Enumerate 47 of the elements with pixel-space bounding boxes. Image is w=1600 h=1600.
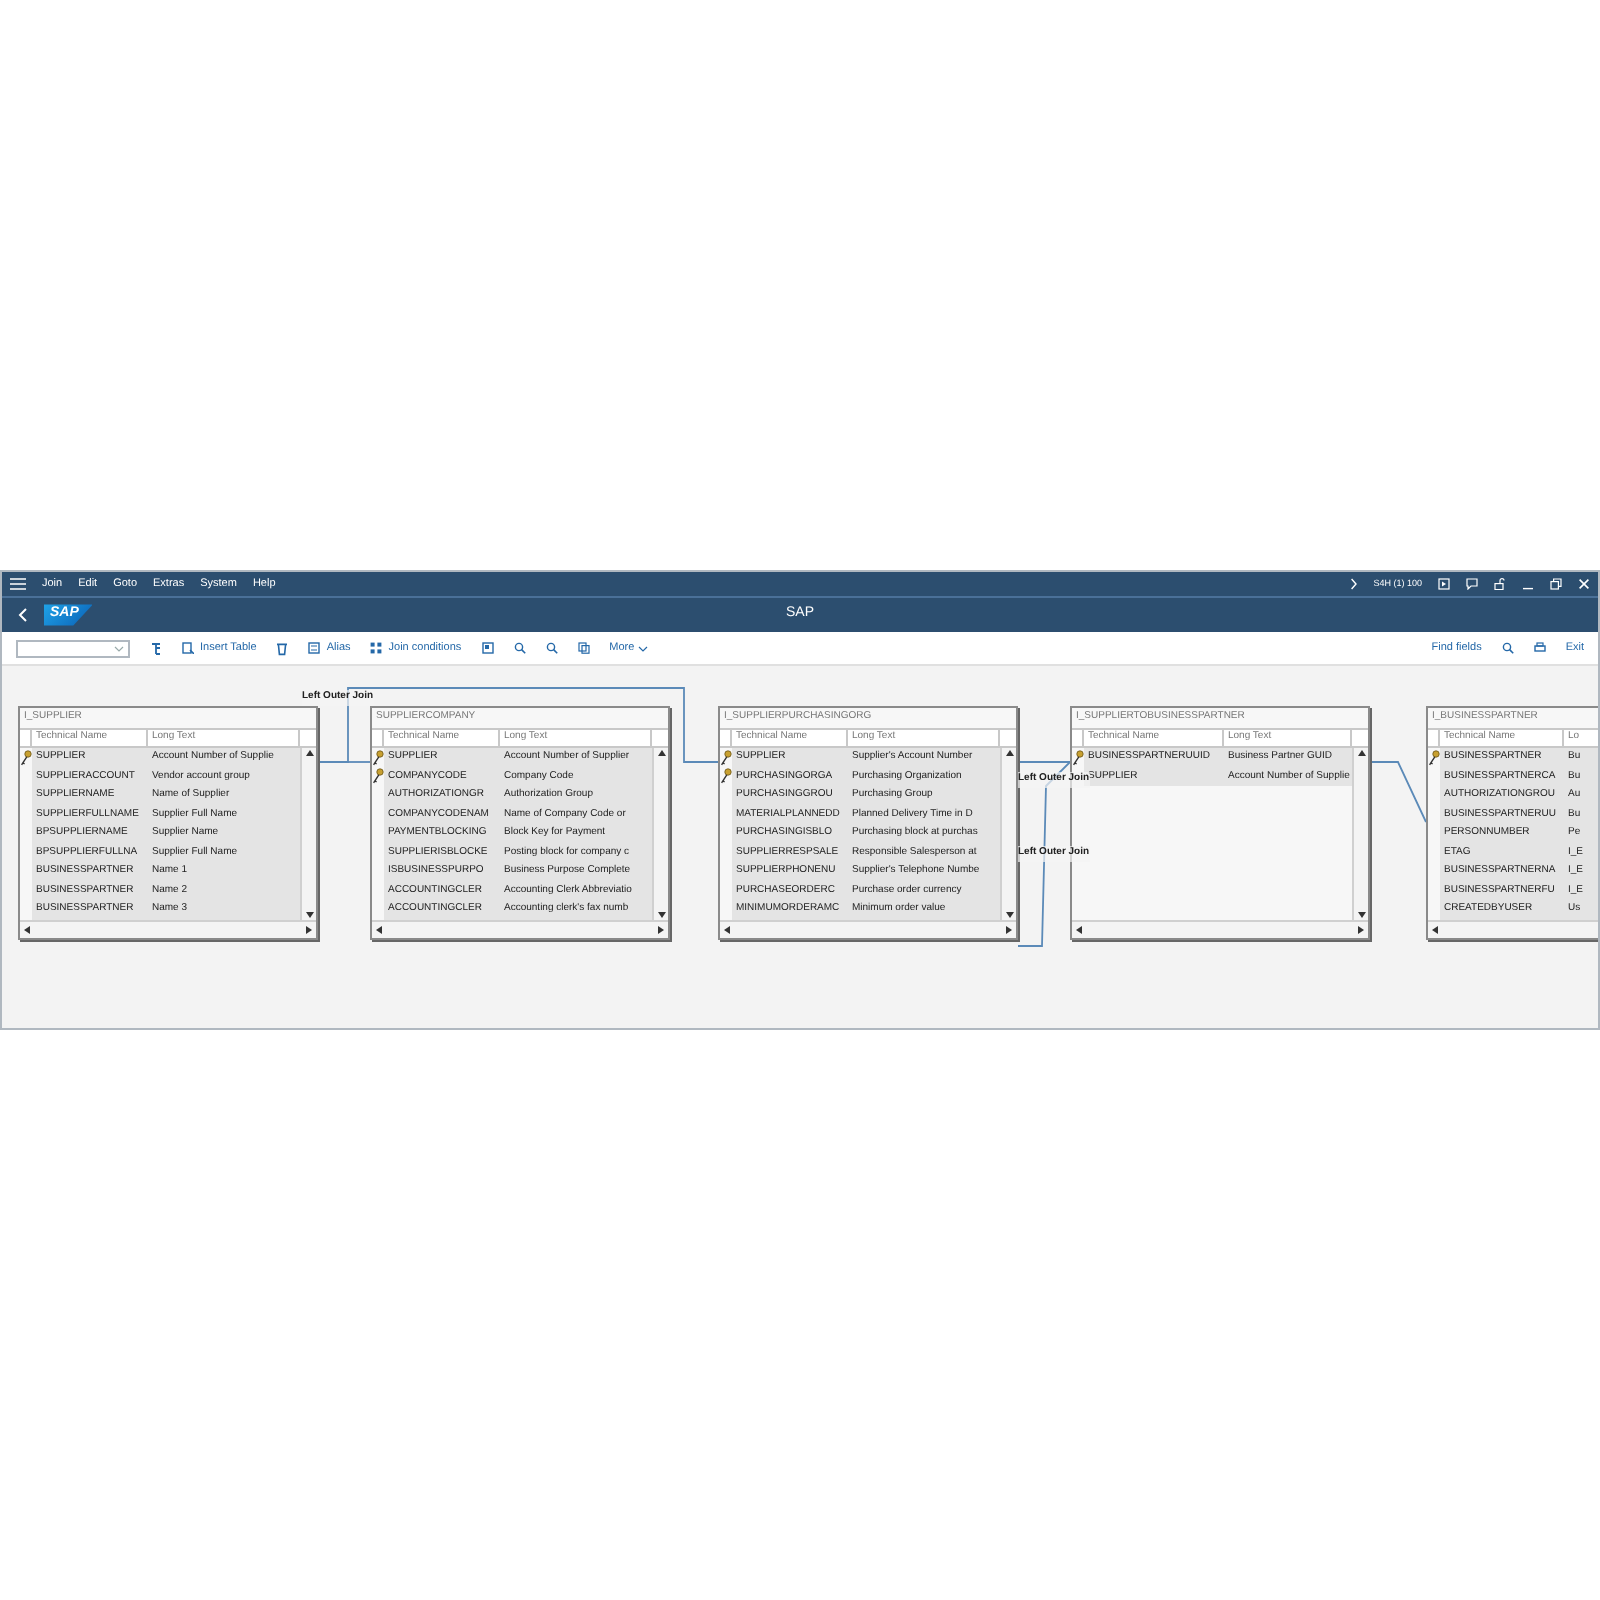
lock-icon[interactable] xyxy=(1494,578,1506,590)
arrow-left-icon[interactable] xyxy=(1076,926,1082,934)
vertical-scrollbar[interactable] xyxy=(1352,748,1368,920)
arrow-right-icon[interactable] xyxy=(1358,926,1364,934)
horizontal-scrollbar[interactable] xyxy=(20,920,316,938)
back-icon[interactable] xyxy=(18,608,28,622)
copy-icon[interactable] xyxy=(577,642,590,654)
table-icon xyxy=(182,642,194,654)
arrow-left-icon[interactable] xyxy=(24,926,30,934)
arrow-up-icon[interactable] xyxy=(305,750,313,756)
horizontal-scrollbar[interactable] xyxy=(372,920,668,938)
search-icon[interactable] xyxy=(1501,642,1514,654)
horizontal-scrollbar[interactable] xyxy=(1072,920,1368,938)
dropdown-field[interactable] xyxy=(16,639,130,657)
arrow-up-icon[interactable] xyxy=(657,750,665,756)
arrow-left-icon[interactable] xyxy=(724,926,730,934)
arrow-up-icon[interactable] xyxy=(1005,750,1013,756)
zoom-out-icon[interactable] xyxy=(545,642,558,654)
connector-line xyxy=(1369,761,1427,823)
print-icon[interactable] xyxy=(1533,642,1546,654)
arrow-up-icon[interactable] xyxy=(1357,750,1365,756)
vertical-scrollbar[interactable] xyxy=(1000,748,1016,920)
vertical-scrollbar[interactable] xyxy=(300,748,316,920)
restore-icon[interactable] xyxy=(1550,578,1562,590)
trash-icon[interactable] xyxy=(276,641,289,655)
arrow-down-icon[interactable] xyxy=(1357,912,1365,918)
close-icon[interactable] xyxy=(1578,578,1590,590)
arrow-down-icon[interactable] xyxy=(1005,912,1013,918)
chat-icon[interactable] xyxy=(1466,578,1478,590)
tree-icon[interactable] xyxy=(150,641,162,655)
zoom-in-icon[interactable] xyxy=(513,642,526,654)
chevron-icon[interactable] xyxy=(1349,578,1358,590)
horizontal-scrollbar[interactable] xyxy=(720,920,1016,938)
arrow-left-icon[interactable] xyxy=(1432,926,1438,934)
arrow-down-icon[interactable] xyxy=(657,912,665,918)
arrow-right-icon[interactable] xyxy=(1006,926,1012,934)
menu-icon[interactable] xyxy=(10,578,26,590)
arrow-right-icon[interactable] xyxy=(306,926,312,934)
fit-icon[interactable] xyxy=(481,642,494,654)
caret-icon xyxy=(638,645,649,651)
arrow-right-icon[interactable] xyxy=(658,926,664,934)
horizontal-scrollbar[interactable] xyxy=(1428,920,1598,938)
list-icon xyxy=(308,642,321,654)
arrow-left-icon[interactable] xyxy=(376,926,382,934)
vertical-scrollbar[interactable] xyxy=(652,748,668,920)
play-icon[interactable] xyxy=(1438,578,1450,590)
arrow-down-icon[interactable] xyxy=(305,912,313,918)
